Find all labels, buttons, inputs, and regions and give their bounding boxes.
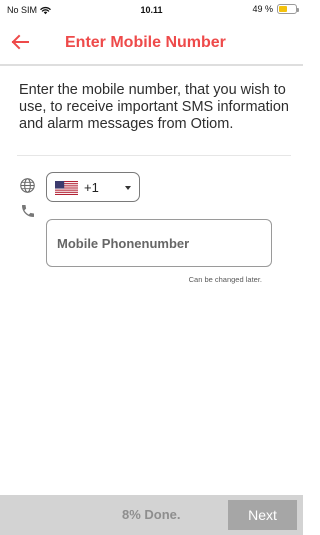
progress-text: 8% Done. [122,507,181,522]
header-divider [0,64,303,66]
page-title: Enter Mobile Number [65,34,226,51]
battery-level [279,6,287,12]
helper-text: Can be changed later. [188,275,262,284]
chevron-down-icon [125,186,131,190]
country-code-select[interactable]: +1 [46,172,140,202]
phone-icon [22,205,34,217]
intro-divider [17,155,291,156]
app-header: Enter Mobile Number [0,22,303,64]
status-bar: No SIM 10.11 49 % [0,0,303,22]
battery-percentage: 49 % [252,4,273,14]
intro-text: Enter the mobile number, that you wish t… [19,82,289,132]
globe-icon [20,178,35,193]
us-flag-icon [55,181,78,195]
back-arrow-icon[interactable] [8,30,32,54]
dial-code: +1 [84,180,99,195]
footer-bar: 8% Done. Next [0,495,303,535]
battery-tip [297,8,299,12]
mobile-phone-input[interactable] [46,219,272,267]
next-button[interactable]: Next [228,500,297,530]
status-right: 49 % [252,4,299,14]
battery-icon [277,4,299,14]
